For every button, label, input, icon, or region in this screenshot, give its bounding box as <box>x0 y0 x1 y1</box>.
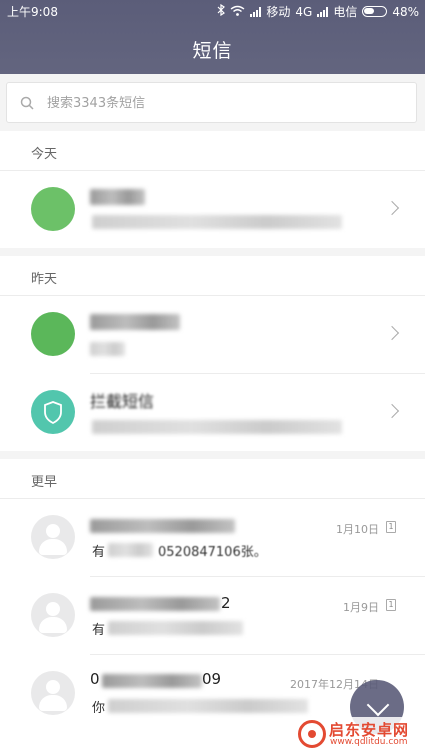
message-preview-prefix: 有 <box>92 545 106 560</box>
message-preview-redacted <box>108 699 308 713</box>
section-today: 今天 <box>0 131 425 248</box>
message-preview-redacted <box>108 621 243 635</box>
watermark: 启东安卓网 www.qdlitdu.com <box>296 717 425 751</box>
message-preview-redacted <box>92 420 342 434</box>
battery-percent: 48% <box>392 4 419 19</box>
contact-name-redacted <box>90 597 220 611</box>
wifi-icon <box>230 5 245 19</box>
conversation-row[interactable] <box>0 171 425 248</box>
message-preview-prefix: 有 <box>92 623 106 638</box>
watermark-url: www.qdlitdu.com <box>330 737 408 747</box>
chevron-right-icon <box>384 200 400 216</box>
contact-name-redacted <box>90 314 180 330</box>
chevron-right-icon <box>384 325 400 341</box>
section-title-earlier: 更早 <box>31 475 58 490</box>
conversation-row[interactable]: 2 有 1月9日 1 <box>0 577 425 654</box>
message-preview-redacted <box>90 342 125 356</box>
status-time: 上午9:08 <box>7 5 58 19</box>
search-icon <box>20 95 34 110</box>
battery-icon <box>362 6 388 17</box>
section-title-yesterday: 昨天 <box>31 272 58 287</box>
bluetooth-icon <box>217 3 226 19</box>
message-preview-prefix: 你 <box>92 701 106 716</box>
avatar-default <box>31 671 75 715</box>
contact-name-redacted <box>90 519 235 533</box>
contact-name-redacted <box>102 674 202 688</box>
signal-icon <box>250 6 262 17</box>
page-title: 短信 <box>192 40 233 62</box>
shield-icon <box>44 401 62 425</box>
message-preview-tail: 0520847106张。 <box>158 545 267 560</box>
sim-card-icon: 1 <box>386 599 396 611</box>
search-box[interactable] <box>6 82 417 123</box>
contact-name-tail: 2 <box>221 594 231 612</box>
watermark-logo-icon <box>298 720 326 748</box>
contact-name-prefix: 0 <box>90 670 100 688</box>
avatar <box>31 187 75 231</box>
contact-name-tail: 09 <box>202 670 222 688</box>
contact-name-redacted <box>90 189 145 205</box>
avatar-default <box>31 515 75 559</box>
contact-name: 拦截短信 <box>90 392 155 411</box>
chevron-right-icon <box>384 403 400 419</box>
search-input[interactable] <box>47 92 397 114</box>
status-bar: 上午9:08 移动 4G 电信 48% <box>0 0 425 22</box>
avatar <box>31 312 75 356</box>
top-bar: 上午9:08 移动 4G 电信 48% 短信 <box>0 0 425 74</box>
section-title-today: 今天 <box>31 147 58 162</box>
signal-icon-2 <box>317 6 329 17</box>
avatar-default <box>31 593 75 637</box>
message-date: 1月10日 <box>336 523 379 536</box>
message-date: 1月9日 <box>343 601 379 614</box>
search-area <box>0 74 425 131</box>
conversation-row[interactable]: 有 0520847106张。 1月10日 1 <box>0 499 425 576</box>
conversation-row[interactable] <box>0 296 425 373</box>
avatar-shield <box>31 390 75 434</box>
message-preview-redacted <box>108 543 153 557</box>
network-type: 4G <box>295 4 313 19</box>
carrier-1: 移动 <box>266 5 291 19</box>
section-yesterday: 昨天 拦截短信 <box>0 256 425 451</box>
sim-card-icon: 1 <box>386 521 396 533</box>
message-preview-redacted <box>92 215 342 229</box>
status-right: 移动 4G 电信 48% <box>217 3 419 20</box>
conversation-row-blocked[interactable]: 拦截短信 <box>0 374 425 451</box>
carrier-2: 电信 <box>333 5 358 19</box>
